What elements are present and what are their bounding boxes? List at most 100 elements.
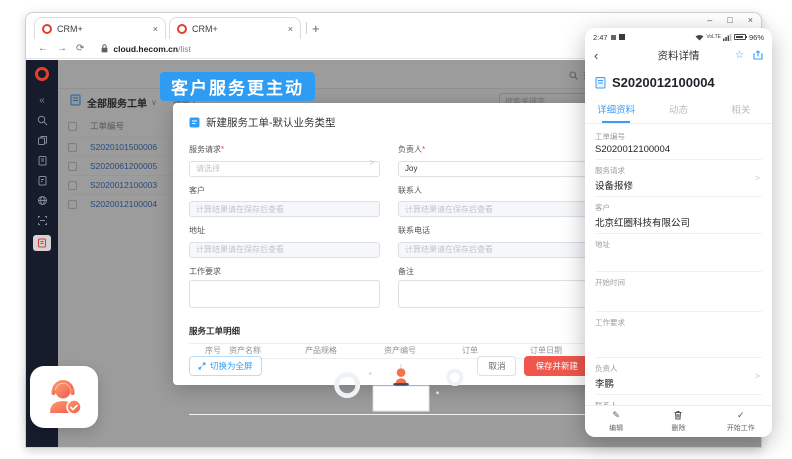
notification-icon [611,35,616,40]
sidebar-document-icon[interactable] [37,150,48,170]
field-address: 地址 [595,234,762,272]
volte-indicator: VoLTE [706,34,721,40]
battery-icon [734,34,746,40]
tab-activity[interactable]: 动态 [647,97,709,123]
record-id: S2020012100004 [612,75,715,90]
signal-bars-icon [723,34,732,41]
tab-title: CRM+ [57,24,83,34]
browser-tab-1[interactable]: CRM+ × [34,17,166,39]
phone-status-bar: 2:47 VoLTE 96% [585,28,772,44]
record-doc-icon [595,76,606,89]
hecom-favicon-icon [177,24,187,34]
chevron-right-icon: > [369,158,374,167]
tab-title: CRM+ [192,24,218,34]
field-label: 客户 [189,185,380,196]
sidebar-active-tool-button[interactable] [33,235,51,251]
field-label: 联系电话 [398,225,589,236]
field-work-requirement: 工作要求 [595,312,762,358]
customer-input [189,201,380,217]
modal-title: 新建服务工单-默认业务类型 [206,115,336,130]
sidebar-collapse-button[interactable]: « [39,90,45,110]
detail-column: 资产编号 [384,345,462,356]
modal-title-icon [189,117,200,128]
support-float-card[interactable] [30,366,98,428]
remark-textarea[interactable] [398,280,589,308]
field-label: 地址 [189,225,380,236]
required-mark: * [221,145,224,154]
field-start-time: 开始时间 [595,272,762,312]
detail-column: 资产名称 [229,345,305,356]
sidebar-scan-icon[interactable] [37,210,48,230]
work-order-icon [37,238,47,248]
back-button[interactable]: ← [38,44,48,54]
detail-column: 订单日期 [530,345,589,356]
star-icon[interactable]: ☆ [735,50,744,61]
edit-button[interactable]: ✎ 编辑 [585,406,647,437]
required-mark: * [422,145,425,154]
new-tab-button[interactable]: + [312,21,320,36]
phone-action-bar: ✎ 编辑 删除 ✓ 开始工作 [585,405,772,437]
new-work-order-modal: 新建服务工单-默认业务类型 服务请求* > 客户 地址 工作要求 [173,103,605,385]
phone-tabs: 详细资料 动态 相关 [585,97,772,124]
notification-icon [619,34,625,40]
wifi-icon [695,34,704,41]
field-service-request[interactable]: 服务请求 设备报修 > [595,160,762,197]
cancel-button[interactable]: 取消 [477,356,516,376]
lock-icon [101,44,108,53]
field-label: 工作要求 [189,266,380,277]
address-input [189,242,380,258]
field-order-number: 工单编号 S2020012100004 [595,126,762,160]
field-contact: 联系人 [595,395,762,405]
tab-detail-info[interactable]: 详细资料 [585,97,647,123]
window-close-button[interactable]: × [748,15,753,25]
window-minimize-button[interactable]: – [707,15,712,25]
detail-fields: 工单编号 S2020012100004 服务请求 设备报修 > 客户 北京红圈科… [585,124,772,405]
field-label: 负责人 [398,145,422,154]
sidebar-search-icon[interactable] [37,110,48,130]
work-requirement-textarea[interactable] [189,280,380,308]
reload-button[interactable]: ⟳ [76,44,84,54]
detail-section-title: 服务工单明细 [189,325,589,337]
contact-phone-input [398,242,589,258]
field-label: 联系人 [398,185,589,196]
tab-related[interactable]: 相关 [710,97,772,123]
hecom-logo-icon [35,67,49,81]
field-label: 备注 [398,266,589,277]
phone-detail-panel: 2:47 VoLTE 96% ‹ 资料详情 ☆ S2020012100 [585,28,772,437]
tab-close-icon[interactable]: × [153,24,158,34]
record-id-row: S2020012100004 [585,66,772,97]
url-host: cloud.hecom.cn [113,44,178,54]
owner-input[interactable] [398,161,589,177]
fullscreen-toggle-button[interactable]: 切换为全屏 [189,356,262,376]
status-time: 2:47 [593,33,608,42]
delete-button[interactable]: 删除 [647,406,709,437]
sidebar-copy-icon[interactable] [37,130,48,150]
browser-tab-2[interactable]: CRM+ × [169,17,301,39]
battery-percent: 96% [749,33,764,42]
detail-column: 产品规格 [305,345,384,356]
tab-close-icon[interactable]: × [288,24,293,34]
tab-divider [306,22,307,34]
field-customer: 客户 北京红圈科技有限公司 [595,197,762,234]
phone-nav-bar: ‹ 资料详情 ☆ [585,44,772,66]
chevron-right-icon: > [755,173,760,183]
save-button[interactable]: 保存并新建 [524,356,589,376]
detail-column: 订单 [462,345,530,356]
expand-icon [198,362,206,370]
detail-column: 序号 [205,345,229,356]
service-request-select[interactable] [189,161,380,177]
field-label: 服务请求 [189,145,221,154]
support-agent-icon [43,377,85,417]
start-work-button[interactable]: ✓ 开始工作 [710,406,772,437]
sidebar-globe-icon[interactable] [37,190,48,210]
window-maximize-button[interactable]: □ [727,15,732,25]
promo-banner: 客户服务更主动 [160,72,315,101]
share-icon[interactable] [753,50,763,60]
hecom-favicon-icon [42,24,52,34]
forward-button[interactable]: → [57,44,67,54]
field-owner[interactable]: 负责人 李鹏 > [595,358,762,395]
sidebar-form-icon[interactable] [37,170,48,190]
url-path: /list [178,44,191,54]
chevron-right-icon: > [755,371,760,381]
check-icon: ✓ [737,410,745,421]
